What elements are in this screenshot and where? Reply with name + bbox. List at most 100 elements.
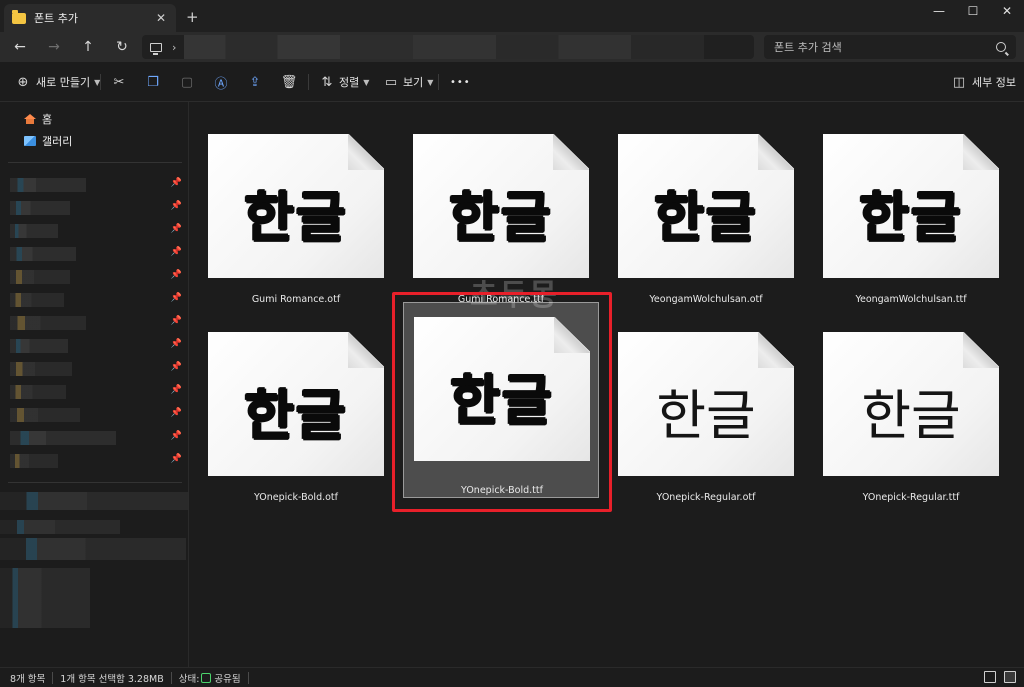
file-item[interactable]: 한글 YOnepick-Regular.ttf xyxy=(813,316,1009,516)
sidebar-pinned-item[interactable]: 📌 xyxy=(10,176,186,194)
page-fold xyxy=(348,134,384,170)
pin-icon[interactable]: 📌 xyxy=(171,362,182,372)
sidebar-pinned-item[interactable]: 📌 xyxy=(10,268,186,286)
title-bar: 폰트 추가 ✕ + — ☐ ✕ xyxy=(0,0,1024,32)
search-icon[interactable] xyxy=(996,42,1006,52)
file-item[interactable]: 한글 YeongamWolchulsan.otf xyxy=(608,118,804,318)
sidebar-pinned-item[interactable]: 📌 xyxy=(10,360,186,378)
close-tab-icon[interactable]: ✕ xyxy=(154,11,168,25)
pin-icon[interactable]: 📌 xyxy=(171,316,182,326)
close-window-button[interactable]: ✕ xyxy=(990,0,1024,22)
status-bar: 8개 항목 1개 항목 선택함 3.28MB 상태: 공유됨 xyxy=(0,667,1024,687)
sidebar-pinned-item[interactable]: 📌 xyxy=(10,222,186,240)
breadcrumb-chevron-icon[interactable]: › xyxy=(172,41,176,54)
pin-icon[interactable]: 📌 xyxy=(171,454,182,464)
copy-icon: ❐ xyxy=(147,74,159,90)
sidebar-pinned-item[interactable]: 📌 xyxy=(10,291,186,309)
more-icon: ••• xyxy=(450,76,471,88)
new-button-label: 새로 만들기 xyxy=(36,76,91,89)
sidebar-pinned-item[interactable]: 📌 xyxy=(10,245,186,263)
rename-button[interactable]: Ⓐ xyxy=(212,72,230,92)
file-item[interactable]: 한글 YOnepick-Regular.otf xyxy=(608,316,804,516)
sidebar-blurred-section[interactable] xyxy=(0,538,186,560)
pin-icon[interactable]: 📌 xyxy=(171,408,182,418)
maximize-button[interactable]: ☐ xyxy=(956,0,990,22)
large-icons-view-icon[interactable] xyxy=(1004,671,1016,683)
up-button[interactable]: ↑ xyxy=(78,37,98,57)
blurred-label xyxy=(10,339,68,353)
pin-icon[interactable]: 📌 xyxy=(171,201,182,211)
file-item[interactable]: 한글 Gumi Romance.otf xyxy=(198,118,394,318)
forward-button[interactable]: → xyxy=(44,37,64,57)
share-button[interactable]: ⇪ xyxy=(246,72,264,92)
page-fold xyxy=(758,134,794,170)
search-box[interactable] xyxy=(764,35,1016,59)
command-bar: ⊕ 새로 만들기 ▼ ✂ ❐ ▢ Ⓐ ⇪ 🗑 ⇅ 정렬 ▼ ▭ 보기 ▼ •••… xyxy=(0,62,1024,102)
rename-icon: Ⓐ xyxy=(214,76,228,92)
page-fold xyxy=(553,134,589,170)
sidebar-blurred-section[interactable] xyxy=(0,568,90,628)
plus-circle-icon: ⊕ xyxy=(17,74,29,90)
copy-button[interactable]: ❐ xyxy=(144,72,162,92)
sidebar-item-gallery[interactable]: 갤러리 xyxy=(24,132,72,150)
sidebar-pinned-item[interactable]: 📌 xyxy=(10,429,186,447)
font-preview-glyph: 한글 xyxy=(656,384,756,447)
sidebar-blurred-section[interactable] xyxy=(0,492,189,510)
scissors-icon: ✂ xyxy=(113,74,125,90)
more-options-button[interactable]: ••• xyxy=(450,72,471,92)
state-label: 상태: xyxy=(178,673,200,685)
details-pane-icon: ◫ xyxy=(952,74,966,90)
gallery-icon xyxy=(24,136,36,146)
cut-button[interactable]: ✂ xyxy=(110,72,128,92)
view-button-label: 보기 xyxy=(403,76,424,89)
sort-button[interactable]: ⇅ 정렬 ▼ xyxy=(318,72,370,92)
file-item[interactable]: 한글 YOnepick-Bold.otf xyxy=(198,316,394,516)
file-name: YeongamWolchulsan.ttf xyxy=(855,294,967,305)
font-preview-glyph: 한글 xyxy=(244,186,348,249)
pin-icon[interactable]: 📌 xyxy=(171,293,182,303)
file-item[interactable]: 한글 YeongamWolchulsan.ttf xyxy=(813,118,1009,318)
back-button[interactable]: ← xyxy=(10,37,30,57)
page-fold xyxy=(963,332,999,368)
window-controls: — ☐ ✕ xyxy=(922,0,1024,32)
sidebar-pinned-item[interactable]: 📌 xyxy=(10,383,186,401)
font-preview-glyph: 한글 xyxy=(244,384,348,447)
search-input[interactable] xyxy=(774,40,996,54)
delete-button[interactable]: 🗑 xyxy=(280,72,298,92)
new-tab-icon[interactable]: + xyxy=(186,8,199,26)
new-button[interactable]: ⊕ 새로 만들기 ▼ xyxy=(14,72,101,92)
address-bar[interactable]: › xyxy=(142,35,754,59)
pin-icon[interactable]: 📌 xyxy=(171,224,182,234)
blurred-label xyxy=(10,201,70,215)
pin-icon[interactable]: 📌 xyxy=(171,270,182,280)
pin-icon[interactable]: 📌 xyxy=(171,247,182,257)
annotation-highlight-box xyxy=(392,292,612,512)
sidebar-pinned-item[interactable]: 📌 xyxy=(10,314,186,332)
sidebar-pinned-item[interactable]: 📌 xyxy=(10,199,186,217)
pin-icon[interactable]: 📌 xyxy=(171,339,182,349)
pin-icon[interactable]: 📌 xyxy=(171,431,182,441)
blurred-label xyxy=(10,385,66,399)
blurred-label xyxy=(10,431,116,445)
view-toggle xyxy=(984,671,1016,683)
refresh-button[interactable]: ↻ xyxy=(112,37,132,57)
pin-icon[interactable]: 📌 xyxy=(171,178,182,188)
sidebar-item-home[interactable]: 홈 xyxy=(24,110,52,128)
sidebar-blurred-section[interactable] xyxy=(0,520,120,534)
tab-font-add[interactable]: 폰트 추가 ✕ xyxy=(4,4,176,32)
toolbar-divider xyxy=(438,74,439,90)
minimize-button[interactable]: — xyxy=(922,0,956,22)
paste-button[interactable]: ▢ xyxy=(178,72,196,92)
sidebar-pinned-item[interactable]: 📌 xyxy=(10,452,186,470)
pin-icon[interactable]: 📌 xyxy=(171,385,182,395)
blurred-label xyxy=(10,224,58,238)
details-pane-button[interactable]: ◫ 세부 정보 xyxy=(950,72,1016,92)
navigation-pane: 홈 갤러리 📌 📌 📌 📌 📌 📌 📌 📌 📌 📌 📌 📌 📌 xyxy=(0,102,189,667)
status-divider xyxy=(52,671,54,684)
shared-icon xyxy=(201,672,212,683)
details-view-icon[interactable] xyxy=(984,671,996,683)
sidebar-pinned-item[interactable]: 📌 xyxy=(10,337,186,355)
blurred-label xyxy=(10,270,70,284)
view-button[interactable]: ▭ 보기 ▼ xyxy=(382,72,434,92)
sidebar-pinned-item[interactable]: 📌 xyxy=(10,406,186,424)
